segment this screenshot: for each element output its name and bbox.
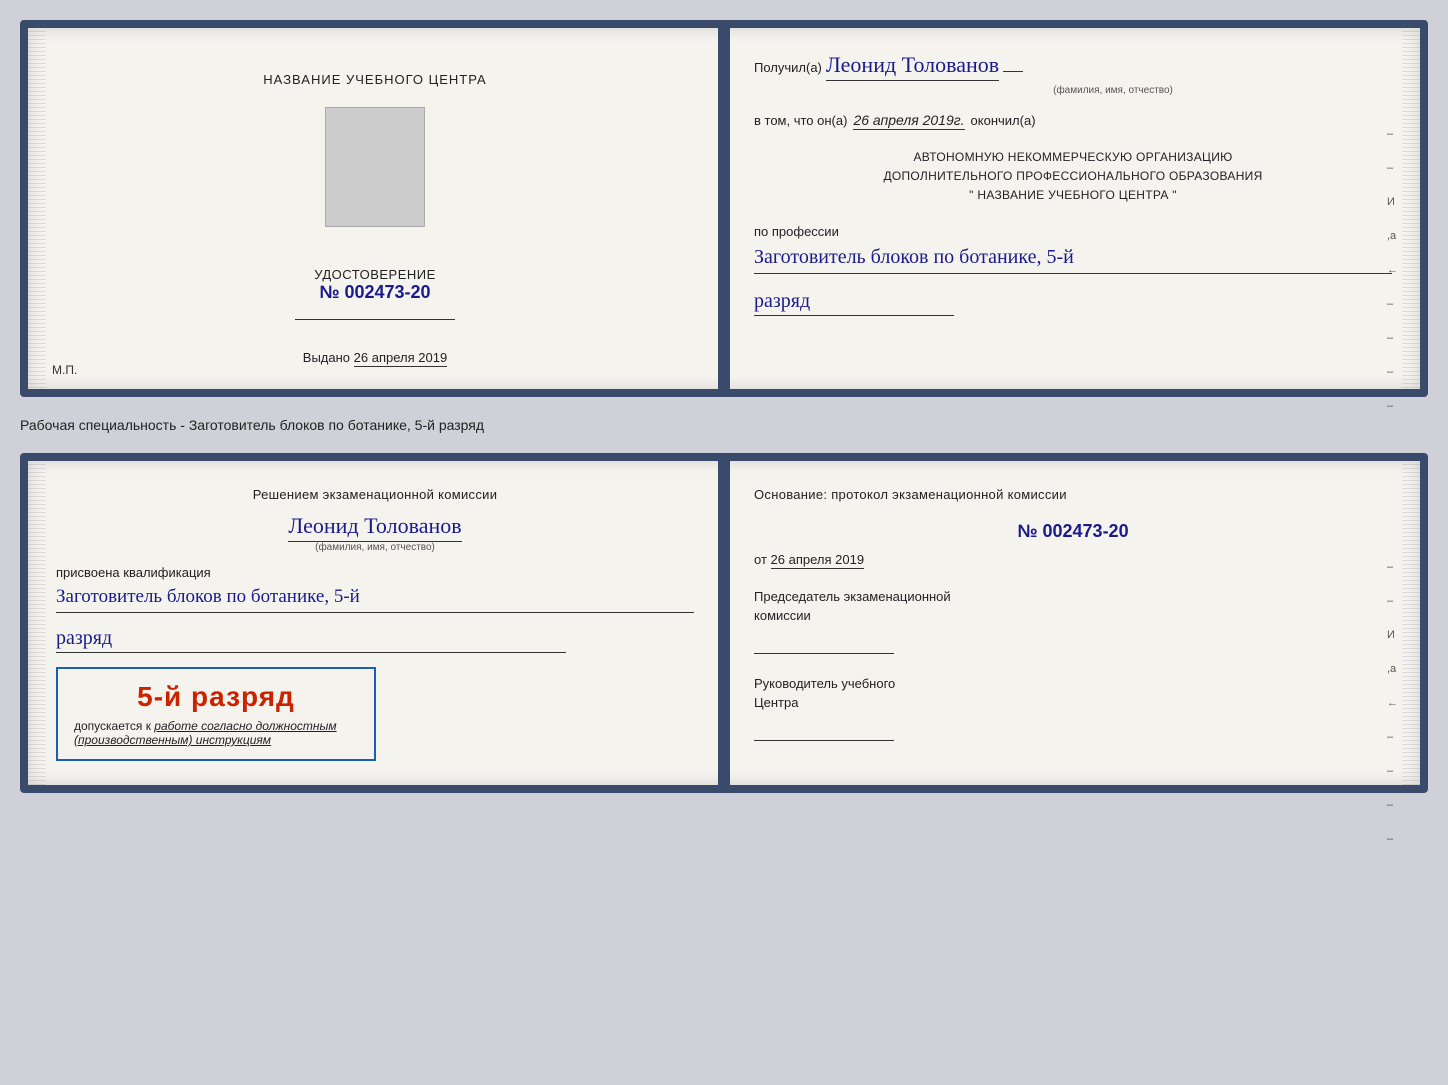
doc1-cert-number: № 002473-20: [314, 282, 436, 303]
doc1-mark-i: И: [1387, 196, 1398, 208]
doc1-poluchil-label: Получил(а): [754, 60, 822, 75]
doc1-vtom-prefix: в том, что он(а): [754, 113, 847, 128]
doc1-okonchil-label: окончил(а): [971, 113, 1036, 128]
doc2-rukovoditel-line1: Руководитель учебного: [754, 674, 1392, 694]
doc2-razryad-handwritten: разряд: [56, 627, 566, 653]
doc1-vtom-row: в том, что он(а) 26 апреля 2019г. окончи…: [754, 112, 1392, 130]
doc2-rukovoditel-block: Руководитель учебного Центра: [754, 674, 1392, 741]
doc1-cert-block: УДОСТОВЕРЕНИЕ № 002473-20: [314, 267, 436, 303]
doc1-org-line2: ДОПОЛНИТЕЛЬНОГО ПРОФЕССИОНАЛЬНОГО ОБРАЗО…: [754, 167, 1392, 186]
doc2-fio-sub-wrapper: (фамилия, имя, отчество): [56, 542, 694, 553]
doc1-left: НАЗВАНИЕ УЧЕБНОГО ЦЕНТРА УДОСТОВЕРЕНИЕ №…: [28, 28, 722, 389]
doc1-profession-block: по профессии Заготовитель блоков по бота…: [754, 224, 1392, 274]
doc1-dash3: –: [1387, 298, 1398, 310]
texture-right-2: [1402, 461, 1420, 785]
doc2-mark-arrow: ←: [1387, 697, 1398, 709]
doc1-vydano-date: 26 апреля 2019: [354, 350, 448, 367]
doc1-fio-sub-wrapper: (фамилия, имя, отчество): [834, 85, 1392, 96]
doc2-rukovoditel-signature-line: [754, 721, 894, 741]
doc1-dash5: –: [1387, 366, 1398, 378]
doc2-mark-i: И: [1387, 629, 1398, 641]
doc1-dash1: –: [1387, 128, 1398, 140]
doc1-org-block: АВТОНОМНУЮ НЕКОММЕРЧЕСКУЮ ОРГАНИЗАЦИЮ ДО…: [754, 148, 1392, 206]
doc1-razryad-row: разряд: [754, 282, 1392, 316]
doc2-razryad-row: разряд: [56, 619, 694, 653]
doc2-resolution-title: Решением экзаменационной комиссии: [56, 485, 694, 505]
doc2-chairman-line1: Председатель экзаменационной: [754, 587, 1392, 607]
doc1-side-marks: – – И ,а ← – – – –: [1387, 128, 1398, 412]
doc1-name: Леонид Толованов: [826, 52, 999, 81]
doc2-left: Решением экзаменационной комиссии Леонид…: [28, 461, 722, 785]
doc1-dash2: –: [1387, 162, 1398, 174]
doc2-dash2: –: [1387, 595, 1398, 607]
doc2-work-label2: (производственным) инструкциям: [74, 733, 358, 747]
doc2-name-handwritten: Леонид Толованов: [288, 513, 461, 542]
doc2-chairman-block: Председатель экзаменационной комиссии: [754, 587, 1392, 654]
doc1-fio-sub: (фамилия, имя, отчество): [834, 85, 1392, 96]
doc2-prisvoena-label: присвоена квалификация: [56, 565, 211, 580]
doc2-dash1: –: [1387, 561, 1398, 573]
doc2-no-prefix: №: [1017, 521, 1037, 541]
doc2-profession-handwritten: Заготовитель блоков по ботанике, 5-й: [56, 584, 694, 614]
doc2-dopuskaetsya: допускается к работе согласно должностны…: [74, 719, 358, 733]
doc2-ot-prefix: от: [754, 552, 767, 567]
doc1-org-line3: " НАЗВАНИЕ УЧЕБНОГО ЦЕНТРА ": [754, 186, 1392, 205]
doc2-dash4: –: [1387, 765, 1398, 777]
doc1-right: Получил(а) Леонид Толованов (фамилия, им…: [722, 28, 1420, 389]
doc2-right: Основание: протокол экзаменационной коми…: [722, 461, 1420, 785]
doc1-dash6: –: [1387, 400, 1398, 412]
doc2-fio-sub: (фамилия, имя, отчество): [56, 542, 694, 553]
doc1-vtom-date: 26 апреля 2019г.: [853, 112, 964, 130]
doc1-mark-a: ,а: [1387, 230, 1398, 242]
doc1-vydano: Выдано 26 апреля 2019: [303, 350, 447, 365]
doc2-side-marks: – – И ,а ← – – – –: [1387, 561, 1398, 845]
doc2-stamp-box: 5-й разряд допускается к работе согласно…: [56, 667, 376, 761]
doc2-chairman-line2: комиссии: [754, 606, 1392, 626]
doc2-rukovoditel-line2: Центра: [754, 693, 1392, 713]
doc2-osnov-label: Основание: протокол экзаменационной коми…: [754, 487, 1067, 502]
doc2-chairman-signature-line: [754, 634, 894, 654]
doc1-dash4: –: [1387, 332, 1398, 344]
doc1-profession-handwritten: Заготовитель блоков по ботанике, 5-й: [754, 243, 1392, 274]
doc1-no-prefix: №: [319, 282, 339, 302]
doc1-poluchil-row: Получил(а) Леонид Толованов: [754, 52, 1392, 81]
doc2-dash3: –: [1387, 731, 1398, 743]
doc1-mp-label: М.П.: [52, 363, 77, 377]
doc1-signature-underline: [295, 319, 455, 320]
doc2-osnov-title: Основание: протокол экзаменационной коми…: [754, 485, 1392, 505]
doc2-stamp-big-text: 5-й разряд: [74, 681, 358, 713]
document-card-2: Решением экзаменационной комиссии Леонид…: [20, 453, 1428, 793]
doc2-ot-row: от 26 апреля 2019: [754, 552, 1392, 567]
doc1-org-line1: АВТОНОМНУЮ НЕКОММЕРЧЕСКУЮ ОРГАНИЗАЦИЮ: [754, 148, 1392, 167]
page-wrapper: НАЗВАНИЕ УЧЕБНОГО ЦЕНТРА УДОСТОВЕРЕНИЕ №…: [20, 20, 1428, 793]
doc2-dash6: –: [1387, 833, 1398, 845]
texture-right-1: [1402, 28, 1420, 389]
doc2-work-label: работе согласно должностным: [154, 719, 336, 733]
doc1-cert-label: УДОСТОВЕРЕНИЕ: [314, 267, 436, 282]
document-card-1: НАЗВАНИЕ УЧЕБНОГО ЦЕНТРА УДОСТОВЕРЕНИЕ №…: [20, 20, 1428, 397]
doc2-ot-date: 26 апреля 2019: [771, 552, 865, 569]
specialty-label: Рабочая специальность - Заготовитель бло…: [20, 413, 1428, 437]
doc1-photo-placeholder: [325, 107, 425, 227]
doc2-mark-a: ,а: [1387, 663, 1398, 675]
doc2-protocol-number-row: № 002473-20: [754, 521, 1392, 542]
doc2-dash5: –: [1387, 799, 1398, 811]
doc1-name-dash: [1003, 71, 1023, 72]
doc1-mark-arrow: ←: [1387, 264, 1398, 276]
doc1-training-center-title: НАЗВАНИЕ УЧЕБНОГО ЦЕНТРА: [263, 72, 486, 87]
doc1-vydano-label: Выдано: [303, 350, 350, 365]
doc1-cert-no-value: 002473-20: [344, 282, 430, 302]
doc2-dopuskaetsya-label: допускается к: [74, 719, 151, 733]
doc2-name-block: Леонид Толованов (фамилия, имя, отчество…: [56, 513, 694, 553]
doc2-protocol-no: 002473-20: [1043, 521, 1129, 541]
doc1-razryad-handwritten: разряд: [754, 290, 954, 316]
doc1-po-professii: по профессии: [754, 224, 839, 239]
doc2-profession-block: Заготовитель блоков по ботанике, 5-й: [56, 584, 694, 614]
